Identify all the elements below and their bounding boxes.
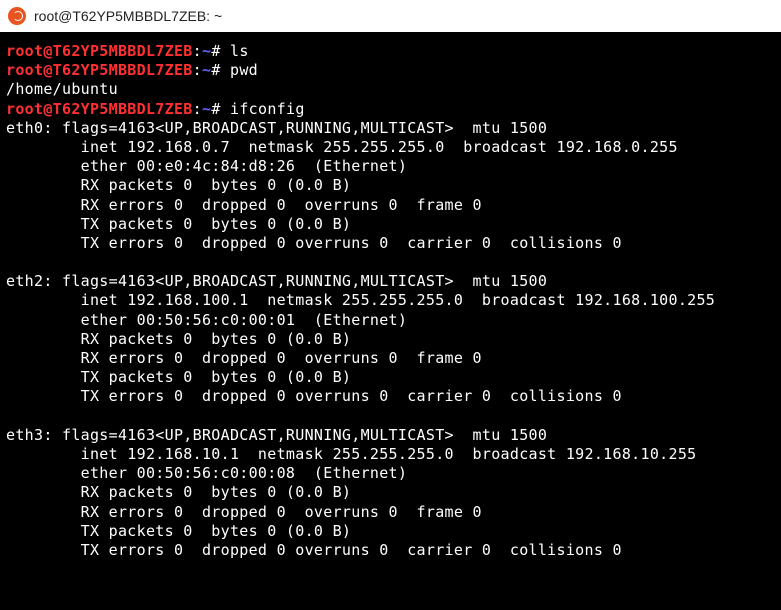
ifconfig-eth3-l4: RX packets 0 bytes 0 (0.0 B) [6,483,351,501]
ifconfig-eth2-l4: RX packets 0 bytes 0 (0.0 B) [6,330,351,348]
ifconfig-eth0-l6: TX packets 0 bytes 0 (0.0 B) [6,215,351,233]
ifconfig-eth2-l2: inet 192.168.100.1 netmask 255.255.255.0… [6,291,715,309]
ifconfig-eth3-l2: inet 192.168.10.1 netmask 255.255.255.0 … [6,445,696,463]
ifconfig-eth0-l1: eth0: flags=4163<UP,BROADCAST,RUNNING,MU… [6,119,547,137]
prompt-sep: : [193,61,202,79]
prompt-sep: : [193,100,202,118]
ifconfig-eth0-l4: RX packets 0 bytes 0 (0.0 B) [6,176,351,194]
ifconfig-eth0-l7: TX errors 0 dropped 0 overruns 0 carrier… [6,234,622,252]
prompt-user: root@T62YP5MBBDL7ZEB [6,100,193,118]
prompt-cwd: ~ [202,100,211,118]
ifconfig-eth3-l3: ether 00:50:56:c0:00:08 (Ethernet) [6,464,407,482]
prompt-cwd: ~ [202,61,211,79]
ifconfig-eth2-l1: eth2: flags=4163<UP,BROADCAST,RUNNING,MU… [6,272,547,290]
ifconfig-eth0-l2: inet 192.168.0.7 netmask 255.255.255.0 b… [6,138,678,156]
ifconfig-eth3-l1: eth3: flags=4163<UP,BROADCAST,RUNNING,MU… [6,426,547,444]
prompt-suffix: # [211,42,220,60]
prompt-user: root@T62YP5MBBDL7ZEB [6,42,193,60]
window-title: root@T62YP5MBBDL7ZEB: ~ [34,8,222,24]
prompt-user: root@T62YP5MBBDL7ZEB [6,61,193,79]
ifconfig-eth2-l5: RX errors 0 dropped 0 overruns 0 frame 0 [6,349,482,367]
prompt-suffix: # [211,100,220,118]
ifconfig-eth2-l3: ether 00:50:56:c0:00:01 (Ethernet) [6,311,407,329]
terminal-output[interactable]: root@T62YP5MBBDL7ZEB:~# ls root@T62YP5MB… [0,32,781,610]
ifconfig-eth3-l6: TX packets 0 bytes 0 (0.0 B) [6,522,351,540]
command-ls: ls [230,42,249,60]
prompt-cwd: ~ [202,42,211,60]
prompt-sep: : [193,42,202,60]
ifconfig-eth3-l7: TX errors 0 dropped 0 overruns 0 carrier… [6,541,622,559]
pwd-output: /home/ubuntu [6,80,118,98]
ifconfig-eth0-l3: ether 00:e0:4c:84:d8:26 (Ethernet) [6,157,407,175]
prompt-suffix: # [211,61,220,79]
ifconfig-eth3-l5: RX errors 0 dropped 0 overruns 0 frame 0 [6,503,482,521]
ifconfig-eth0-l5: RX errors 0 dropped 0 overruns 0 frame 0 [6,196,482,214]
window-titlebar: root@T62YP5MBBDL7ZEB: ~ [0,0,781,32]
command-ifconfig: ifconfig [230,100,305,118]
ifconfig-eth2-l6: TX packets 0 bytes 0 (0.0 B) [6,368,351,386]
ubuntu-icon [8,7,26,25]
ifconfig-eth2-l7: TX errors 0 dropped 0 overruns 0 carrier… [6,387,622,405]
command-pwd: pwd [230,61,258,79]
